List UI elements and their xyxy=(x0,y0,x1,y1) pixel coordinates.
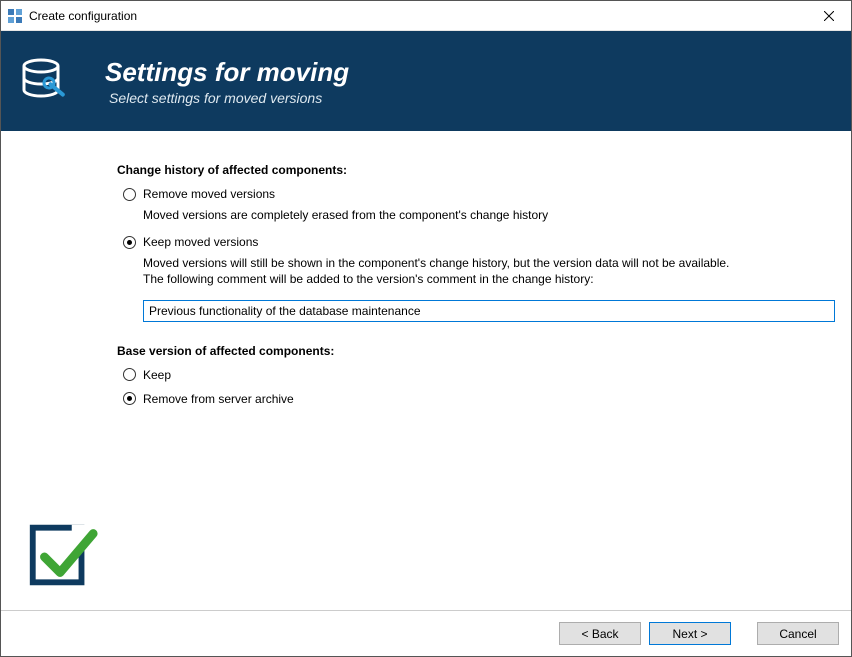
radio-label: Keep moved versions xyxy=(143,235,258,249)
database-wrench-icon xyxy=(19,53,75,109)
close-icon xyxy=(824,11,834,21)
banner-subtitle: Select settings for moved versions xyxy=(109,90,349,106)
cancel-button[interactable]: Cancel xyxy=(757,622,839,645)
banner-text: Settings for moving Select settings for … xyxy=(105,57,349,106)
button-bar: < Back Next > Cancel xyxy=(1,610,851,656)
radio-icon xyxy=(123,188,136,201)
radio-base-remove[interactable]: Remove from server archive xyxy=(123,392,837,406)
banner-heading: Settings for moving xyxy=(105,57,349,88)
radio-icon xyxy=(123,392,136,405)
section1-label: Change history of affected components: xyxy=(117,163,837,177)
section2-label: Base version of affected components: xyxy=(117,344,837,358)
radio-keep-moved[interactable]: Keep moved versions xyxy=(123,235,837,249)
titlebar: Create configuration xyxy=(1,1,851,31)
radio-remove-moved[interactable]: Remove moved versions xyxy=(123,187,837,201)
back-button[interactable]: < Back xyxy=(559,622,641,645)
desc-remove-moved: Moved versions are completely erased fro… xyxy=(143,207,837,223)
comment-input[interactable] xyxy=(143,300,835,322)
desc-keep-moved: Moved versions will still be shown in th… xyxy=(143,255,837,287)
radio-icon xyxy=(123,236,136,249)
desc-line: The following comment will be added to t… xyxy=(143,272,594,286)
dialog-window: Create configuration Settings for moving xyxy=(0,0,852,657)
radio-base-keep[interactable]: Keep xyxy=(123,368,837,382)
radio-icon xyxy=(123,368,136,381)
close-button[interactable] xyxy=(806,1,851,31)
radio-label: Keep xyxy=(143,368,171,382)
banner: Settings for moving Select settings for … xyxy=(1,31,851,131)
radio-label: Remove moved versions xyxy=(143,187,275,201)
app-icon xyxy=(7,8,23,24)
desc-line: Moved versions will still be shown in th… xyxy=(143,256,729,270)
content-area: Change history of affected components: R… xyxy=(1,131,851,610)
radio-label: Remove from server archive xyxy=(143,392,294,406)
checkmark-icon xyxy=(23,516,101,594)
window-title: Create configuration xyxy=(29,9,806,23)
next-button[interactable]: Next > xyxy=(649,622,731,645)
